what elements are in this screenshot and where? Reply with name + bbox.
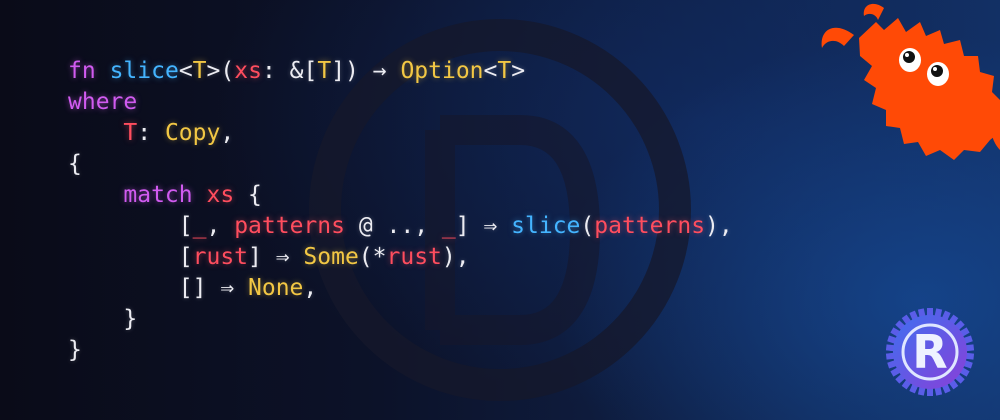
- code-line: T: Copy,: [68, 118, 733, 149]
- code-line: }: [68, 304, 733, 335]
- code-token: (*: [358, 244, 387, 270]
- code-token: ]) →: [331, 58, 401, 84]
- code-token: {: [68, 151, 82, 177]
- code-block: fn slice<T>(xs: &[T]) → Option<T> where T…: [68, 56, 733, 366]
- code-token: }: [68, 306, 138, 332]
- code-line: [_, patterns @ .., _] ⇒ slice(patterns),: [68, 211, 733, 242]
- code-line: {: [68, 149, 733, 180]
- code-token: T: [317, 58, 332, 84]
- code-token: match: [123, 182, 193, 208]
- code-token: xs: [206, 182, 235, 208]
- ferris-crab-icon: [821, 3, 1000, 160]
- code-token: Copy: [164, 120, 221, 146]
- rust-logo-icon: [885, 308, 975, 396]
- code-token: @ ..,: [344, 213, 442, 239]
- code-token: (: [580, 213, 595, 239]
- code-token: [: [68, 244, 193, 270]
- code-token: where: [68, 89, 138, 115]
- code-token: ),: [705, 213, 733, 239]
- code-token: fn: [68, 58, 96, 84]
- code-token: None: [248, 275, 304, 301]
- code-token: <: [178, 58, 193, 84]
- code-token: Some: [303, 244, 359, 270]
- code-token: ,: [220, 120, 235, 146]
- code-token: ] ⇒: [455, 213, 512, 239]
- code-token: patterns: [234, 213, 345, 239]
- banner-canvas: fn slice<T>(xs: &[T]) → Option<T> where T…: [0, 0, 1000, 420]
- code-line: fn slice<T>(xs: &[T]) → Option<T>: [68, 56, 733, 87]
- code-token: [: [68, 213, 193, 239]
- code-token: T: [192, 58, 207, 84]
- code-token: ,: [303, 275, 318, 301]
- code-token: ),: [441, 244, 470, 270]
- code-token: >: [511, 58, 526, 84]
- code-token: : &[: [261, 58, 318, 84]
- code-line: match xs {: [68, 180, 733, 211]
- code-token: slice: [511, 213, 581, 239]
- code-line: }: [68, 335, 733, 366]
- code-token: slice: [109, 58, 179, 84]
- code-token: rust: [192, 244, 249, 270]
- code-token: T: [123, 120, 138, 146]
- code-token: ] ⇒: [248, 244, 304, 270]
- code-token: xs: [234, 58, 262, 84]
- code-token: T: [497, 58, 512, 84]
- code-token: >(: [206, 58, 235, 84]
- code-line: [] ⇒ None,: [68, 273, 733, 304]
- code-token: [] ⇒: [68, 275, 249, 301]
- code-token: {: [234, 182, 262, 208]
- code-token: <: [483, 58, 498, 84]
- code-token: Option: [400, 58, 484, 84]
- code-token: patterns: [594, 213, 706, 239]
- code-token: :: [137, 120, 165, 146]
- code-line: [rust] ⇒ Some(*rust),: [68, 242, 733, 273]
- code-token: _: [441, 213, 456, 239]
- code-token: ,: [206, 213, 235, 239]
- code-token: _: [192, 213, 207, 239]
- code-line: where: [68, 87, 733, 118]
- code-token: rust: [386, 244, 442, 270]
- code-token: }: [68, 337, 82, 363]
